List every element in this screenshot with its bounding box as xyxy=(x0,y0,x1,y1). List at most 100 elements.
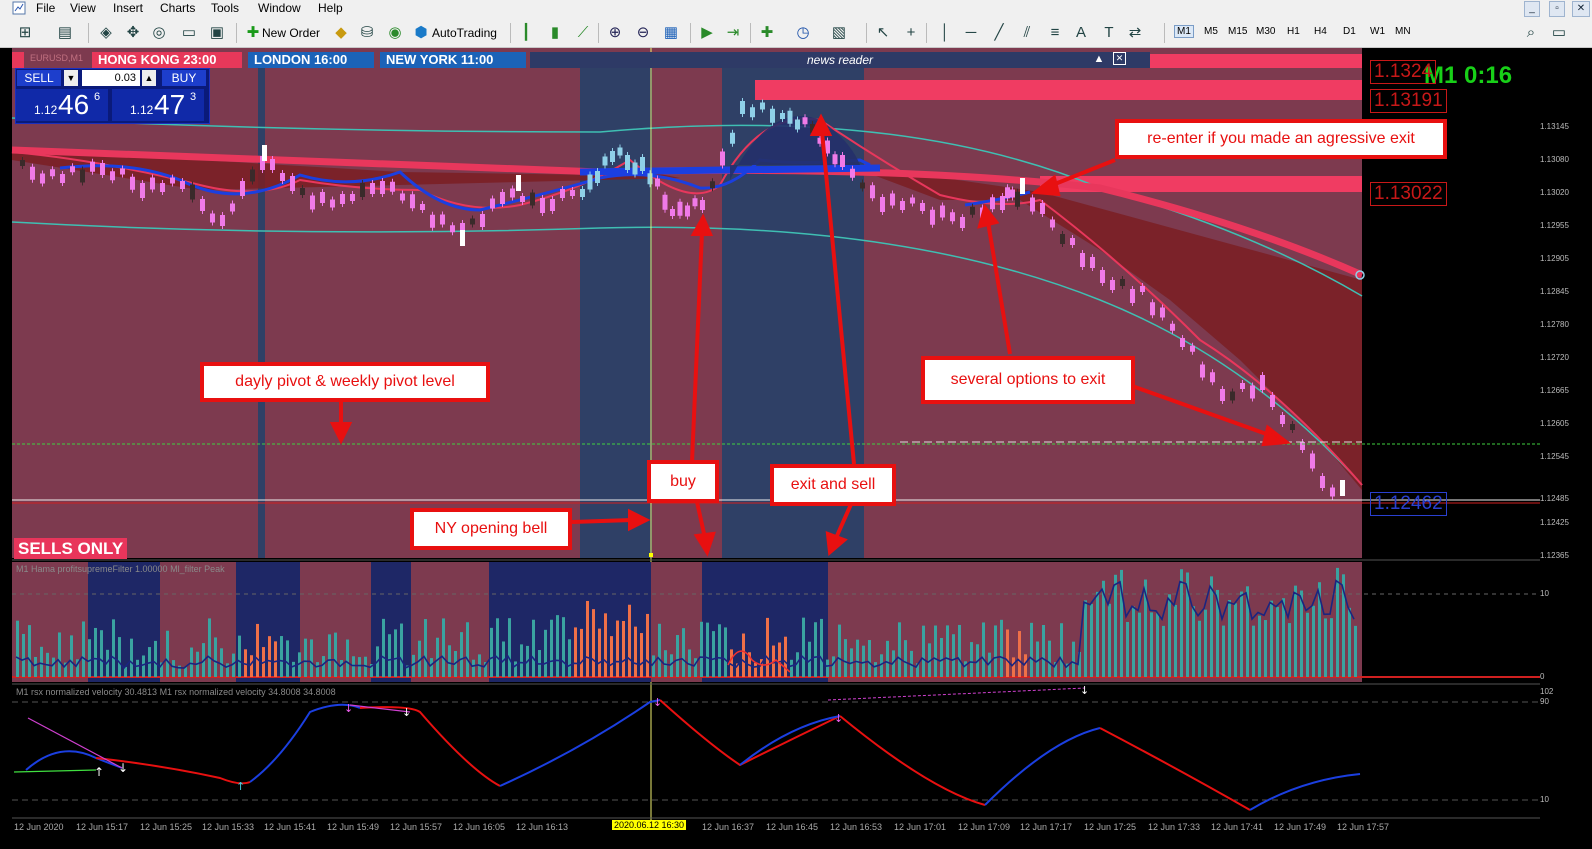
indicator1-bar xyxy=(1252,625,1255,677)
indicator1-bar xyxy=(316,662,319,677)
indicator1-bar xyxy=(1330,618,1333,677)
indicator1-bar xyxy=(100,630,103,677)
axis-price-label: 1.12665 xyxy=(1540,386,1569,395)
indicator1-bar xyxy=(700,621,703,677)
indicator1-bar xyxy=(28,625,31,677)
indicator1-bar xyxy=(658,623,661,677)
indicator1-bar xyxy=(394,629,397,677)
indicator1-bar xyxy=(490,627,493,677)
indicator1-bar xyxy=(1168,594,1171,677)
indicator1-bar xyxy=(214,637,217,677)
indicator1-bar xyxy=(1162,625,1165,677)
axis-price-label: 1.13020 xyxy=(1540,188,1569,197)
indicator1-bar xyxy=(256,623,259,677)
candle xyxy=(1020,178,1025,194)
indicator1-bar xyxy=(982,622,985,677)
time-axis-label: 12 Jun 17:57 xyxy=(1337,822,1390,832)
indicator1-bar xyxy=(130,638,133,677)
callout-buy: buy xyxy=(647,460,719,503)
news-collapse-icon[interactable]: ▲ xyxy=(1092,52,1106,66)
indicator1-bar xyxy=(514,661,517,677)
indicator1-bar xyxy=(1336,567,1339,677)
axis-price-label: 1.12545 xyxy=(1540,452,1569,461)
indicator1-bar xyxy=(922,625,925,677)
indicator1-bar xyxy=(1324,618,1327,677)
session-zone xyxy=(580,68,652,558)
bid-price[interactable]: 1.12 46 6 xyxy=(16,89,108,121)
indicator1-bar xyxy=(1108,603,1111,677)
indicator1-bar xyxy=(820,618,823,677)
indicator1-bar xyxy=(322,656,325,677)
symbol-label: EURUSD,M1 xyxy=(30,53,84,63)
indicator1-bar xyxy=(268,636,271,677)
indicator1-bar xyxy=(790,659,793,677)
svg-text:↑: ↑ xyxy=(236,780,245,793)
indicator1-bar xyxy=(1042,625,1045,677)
session-london: LONDON 16:00 xyxy=(248,52,374,68)
indicator1-bar xyxy=(802,617,805,677)
news-reader[interactable]: news reader xyxy=(530,52,1150,68)
indicator1-bar xyxy=(844,639,847,677)
indicator1-bar xyxy=(52,657,55,677)
buy-button[interactable]: BUY xyxy=(162,70,206,86)
indicator1-bar xyxy=(628,604,631,677)
indicator1-bar xyxy=(286,640,289,677)
lot-up-icon[interactable]: ▲ xyxy=(142,70,156,86)
session-newyork: NEW YORK 11:00 xyxy=(380,52,526,68)
indicator1-bar xyxy=(34,656,37,677)
indicator1-bar xyxy=(352,656,355,677)
lot-size-input[interactable]: 0.03 xyxy=(82,70,140,86)
indicator1-bar xyxy=(118,637,121,677)
ask-price[interactable]: 1.12 47 3 xyxy=(112,89,204,121)
indicator1-bar xyxy=(1240,591,1243,677)
svg-text:↓: ↓ xyxy=(653,696,662,709)
svg-text:↓: ↓ xyxy=(1080,684,1089,697)
indicator1-bar xyxy=(328,634,331,677)
lot-down-icon[interactable]: ▼ xyxy=(64,70,78,86)
axis-price-label: 1.12905 xyxy=(1540,254,1569,263)
indicator1-bar xyxy=(220,648,223,677)
time-axis-label: 12 Jun 16:13 xyxy=(516,822,569,832)
time-axis-label: 12 Jun 17:41 xyxy=(1211,822,1264,832)
indicator1-bar xyxy=(970,642,973,677)
indicator1-bar xyxy=(1174,604,1177,677)
callout-exit-sell: exit and sell xyxy=(770,464,896,506)
indicator1-bar xyxy=(598,628,601,677)
news-close-icon[interactable]: ✕ xyxy=(1113,52,1126,65)
svg-text:↓: ↓ xyxy=(402,706,411,719)
indicator1-bar xyxy=(862,645,865,677)
indicator1-bar xyxy=(778,642,781,677)
svg-text:↓: ↓ xyxy=(344,702,353,715)
indicator1-bar xyxy=(448,645,451,677)
indicator1-bar xyxy=(610,636,613,677)
indicator1-bar xyxy=(1270,600,1273,677)
axis-price-label: 1.12845 xyxy=(1540,287,1569,296)
time-axis-label: 12 Jun 17:17 xyxy=(1020,822,1073,832)
indicator1-bar xyxy=(58,632,61,677)
indicator1-bar xyxy=(424,619,427,677)
indicator1-axis-label: 0 xyxy=(1540,672,1545,681)
indicator1-bar xyxy=(412,654,415,677)
indicator1-bar xyxy=(1294,585,1297,677)
svg-text:↑: ↑ xyxy=(94,765,104,779)
indicator1-bar xyxy=(718,624,721,677)
indicator1-bar xyxy=(238,635,241,677)
session-zone xyxy=(258,68,265,558)
price-level-box: 1.13191 xyxy=(1370,89,1447,113)
indicator1-bar xyxy=(1258,615,1261,677)
indicator1-bar xyxy=(994,625,997,677)
indicator1-bar xyxy=(1204,609,1207,677)
indicator1-bar xyxy=(784,636,787,677)
indicator1-bar xyxy=(1132,606,1135,677)
indicator1-bar xyxy=(1024,654,1027,677)
sell-button[interactable]: SELL xyxy=(17,70,61,86)
indicator1-bar xyxy=(886,640,889,677)
indicator2-axis-label: 10 xyxy=(1540,795,1549,804)
indicator2-label: M1 rsx normalized velocity 30.4813 M1 rs… xyxy=(16,687,336,697)
one-click-trade-panel: SELL ▼ 0.03 ▲ BUY 1.12 46 6 1.12 47 3 xyxy=(15,68,210,124)
indicator1-bar xyxy=(520,644,523,677)
indicator1-bar xyxy=(1312,605,1315,677)
indicator1-bar xyxy=(856,639,859,677)
time-axis-label: 12 Jun 15:41 xyxy=(264,822,317,832)
indicator1-bar xyxy=(622,621,625,677)
